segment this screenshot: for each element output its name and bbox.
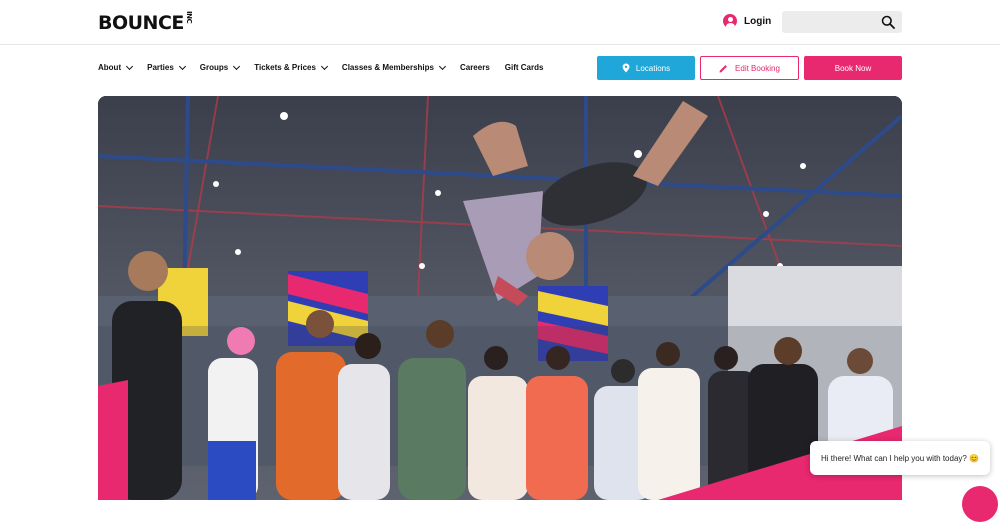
nav-label: Tickets & Prices: [254, 63, 316, 72]
locations-label: Locations: [635, 63, 671, 73]
login-label: Login: [744, 15, 772, 27]
nav-label: About: [98, 63, 122, 72]
search-icon[interactable]: [881, 15, 895, 29]
locations-button[interactable]: Locations: [597, 56, 695, 80]
nav-parties[interactable]: Parties: [147, 62, 186, 72]
logo-text: BOUNCE: [98, 12, 184, 34]
chevron-down-icon: [178, 62, 186, 70]
user-icon: [723, 14, 737, 28]
nav-label: Parties: [147, 63, 174, 72]
chevron-down-icon: [438, 62, 447, 70]
chevron-down-icon: [126, 62, 134, 70]
edit-booking-button[interactable]: Edit Booking: [700, 56, 799, 80]
book-now-button[interactable]: Book Now: [804, 56, 902, 80]
nav-label: Groups: [199, 63, 229, 72]
chat-greeting: Hi there! What can I help you with today…: [821, 453, 980, 463]
hero-image: IT: [98, 96, 902, 500]
pencil-icon: [719, 64, 727, 72]
edit-booking-label: Edit Booking: [735, 63, 780, 73]
chevron-down-icon: [320, 62, 328, 70]
search-box: [782, 11, 902, 33]
nav-groups[interactable]: Groups: [199, 62, 241, 72]
book-now-label: Book Now: [834, 63, 872, 73]
nav-tickets-prices[interactable]: Tickets & Prices: [254, 62, 328, 72]
bounce-logo[interactable]: BOUNCEINC: [98, 10, 193, 34]
chat-bubble[interactable]: Hi there! What can I help you with today…: [810, 441, 990, 475]
main-nav: About Parties Groups Tickets & Prices Cl…: [98, 62, 558, 72]
hero-photo: IT: [98, 96, 902, 500]
chat-launcher-button[interactable]: [962, 486, 998, 522]
nav-about[interactable]: About: [98, 62, 134, 72]
map-pin-icon: [622, 63, 630, 73]
chevron-down-icon: [233, 62, 241, 70]
nav-classes-memberships[interactable]: Classes & Memberships: [341, 62, 447, 72]
login-link[interactable]: Login: [723, 14, 771, 28]
logo-suffix: INC: [184, 10, 193, 23]
top-header: BOUNCEINC Login: [0, 0, 1000, 45]
nav-label: Classes & Memberships: [341, 63, 434, 72]
nav-gift-cards[interactable]: Gift Cards: [505, 63, 544, 72]
nav-careers[interactable]: Careers: [460, 63, 490, 72]
search-input[interactable]: [782, 11, 877, 33]
nav-label: Careers: [459, 63, 490, 72]
nav-label: Gift Cards: [504, 63, 544, 72]
